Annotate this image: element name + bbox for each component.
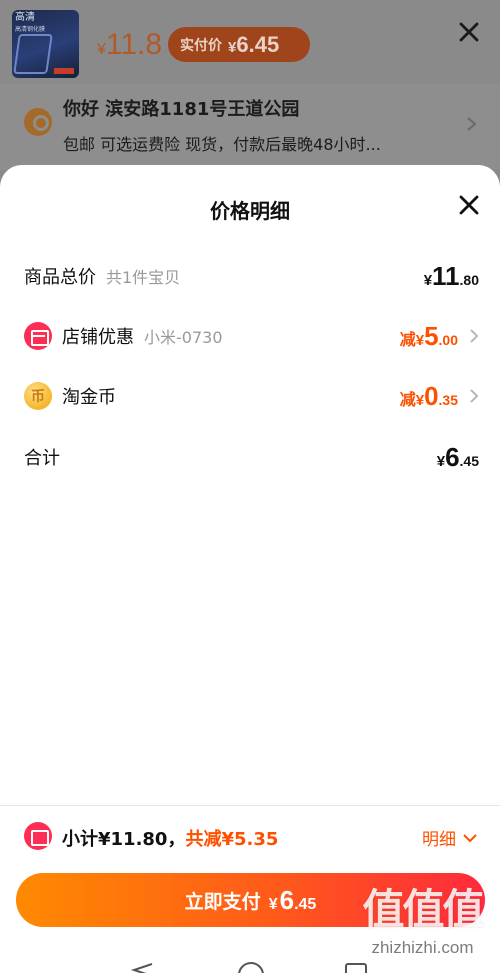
- amount-dec: .35: [438, 391, 458, 408]
- product-thumbnail: 高清 高清钢化膜: [12, 10, 79, 78]
- row-taojinbi[interactable]: 币 淘金币 减 ¥0.35: [24, 376, 479, 416]
- thumb-tag-graphic: [54, 68, 74, 74]
- amount-prefix: 减: [399, 329, 416, 349]
- chevron-right-icon: [470, 329, 479, 343]
- coupon-icon: [24, 822, 52, 850]
- pay-button-label: 立即支付: [184, 890, 261, 913]
- location-pin-icon: [24, 108, 52, 136]
- amount-currency: ¥: [415, 391, 425, 409]
- pay-button-amount: ¥6.45: [269, 885, 317, 916]
- row-goods-total: 商品总价 共1件宝贝 ¥11.80: [24, 256, 479, 296]
- price-currency: ¥: [97, 41, 106, 58]
- chevron-right-icon: [470, 389, 479, 403]
- background-price: ¥11.8: [97, 28, 162, 62]
- pay-dec: .45: [294, 895, 317, 913]
- coin-glyph: 币: [31, 389, 45, 405]
- amount-int: 6: [445, 441, 460, 472]
- row-store-discount[interactable]: 店铺优惠 小米-0730 减 ¥5.00: [24, 316, 479, 356]
- address-greeting: 你好 滨安路1181号王道公园: [63, 99, 300, 120]
- row-amount: 减 ¥5.00: [400, 321, 458, 352]
- row-amount: 减 ¥0.35: [400, 381, 458, 412]
- thumb-screen-graphic: [13, 34, 53, 74]
- amount-prefix: 减: [399, 389, 416, 409]
- detail-label: 明细: [422, 830, 456, 850]
- amount-int: 5: [424, 320, 439, 351]
- detail-toggle[interactable]: 明细: [422, 825, 478, 850]
- row-label: 商品总价: [24, 267, 96, 288]
- close-icon[interactable]: [457, 193, 481, 217]
- row-label: 淘金币: [62, 387, 116, 408]
- address-detail: 包邮 可选运费险 现货，付款后最晚48小时...: [63, 135, 381, 154]
- nav-back-icon[interactable]: [130, 963, 156, 973]
- pay-int: 6: [279, 884, 295, 915]
- nav-recent-icon[interactable]: [345, 963, 367, 973]
- amount-dec: .00: [438, 331, 458, 348]
- price-value: 11.8: [105, 28, 163, 61]
- amount-int: 0: [424, 380, 439, 411]
- actual-price-badge: 实付价 ¥6.45: [168, 27, 310, 62]
- pay-currency: ¥: [268, 895, 278, 913]
- amount-dec: .45: [459, 452, 479, 469]
- subtotal-text: 小计¥11.80，: [62, 829, 186, 850]
- watermark-glyphs: 值值值: [362, 885, 484, 934]
- saved-text: 共减¥5.35: [185, 829, 279, 850]
- watermark-logo: 值值值 zhizhizhi.com: [350, 888, 495, 958]
- thumb-text: 高清: [15, 12, 35, 23]
- sheet-title: 价格明细: [210, 199, 290, 223]
- amount-dec: .80: [459, 271, 479, 288]
- summary-text: 小计¥11.80， 共减¥5.35: [62, 825, 278, 851]
- actual-price-label: 实付价: [180, 37, 222, 54]
- amount-currency: ¥: [415, 331, 425, 349]
- thumb-subtext: 高清钢化膜: [15, 26, 46, 33]
- row-label: 店铺优惠: [62, 327, 134, 348]
- amount-int: 11: [432, 260, 460, 291]
- amount-currency: ¥: [436, 452, 446, 470]
- watermark-domain: zhizhizhi.com: [371, 938, 474, 957]
- row-amount: ¥11.80: [424, 261, 479, 292]
- store-coupon-icon: [24, 322, 52, 350]
- amount-currency: ¥: [423, 271, 433, 289]
- row-amount: ¥6.45: [437, 442, 479, 473]
- actual-price-value: ¥6.45: [228, 32, 279, 58]
- actual-price-int: 6: [236, 31, 249, 57]
- row-sublabel: 小米-0730: [144, 328, 223, 347]
- coin-icon: 币: [24, 382, 52, 410]
- row-label: 合计: [24, 448, 60, 469]
- close-icon[interactable]: [457, 20, 481, 44]
- actual-price-dec: .45: [248, 31, 280, 57]
- chevron-right-icon: [467, 117, 477, 131]
- chevron-down-icon: [463, 833, 477, 842]
- row-total: 合计 ¥6.45: [24, 437, 479, 477]
- row-sublabel: 共1件宝贝: [106, 268, 181, 287]
